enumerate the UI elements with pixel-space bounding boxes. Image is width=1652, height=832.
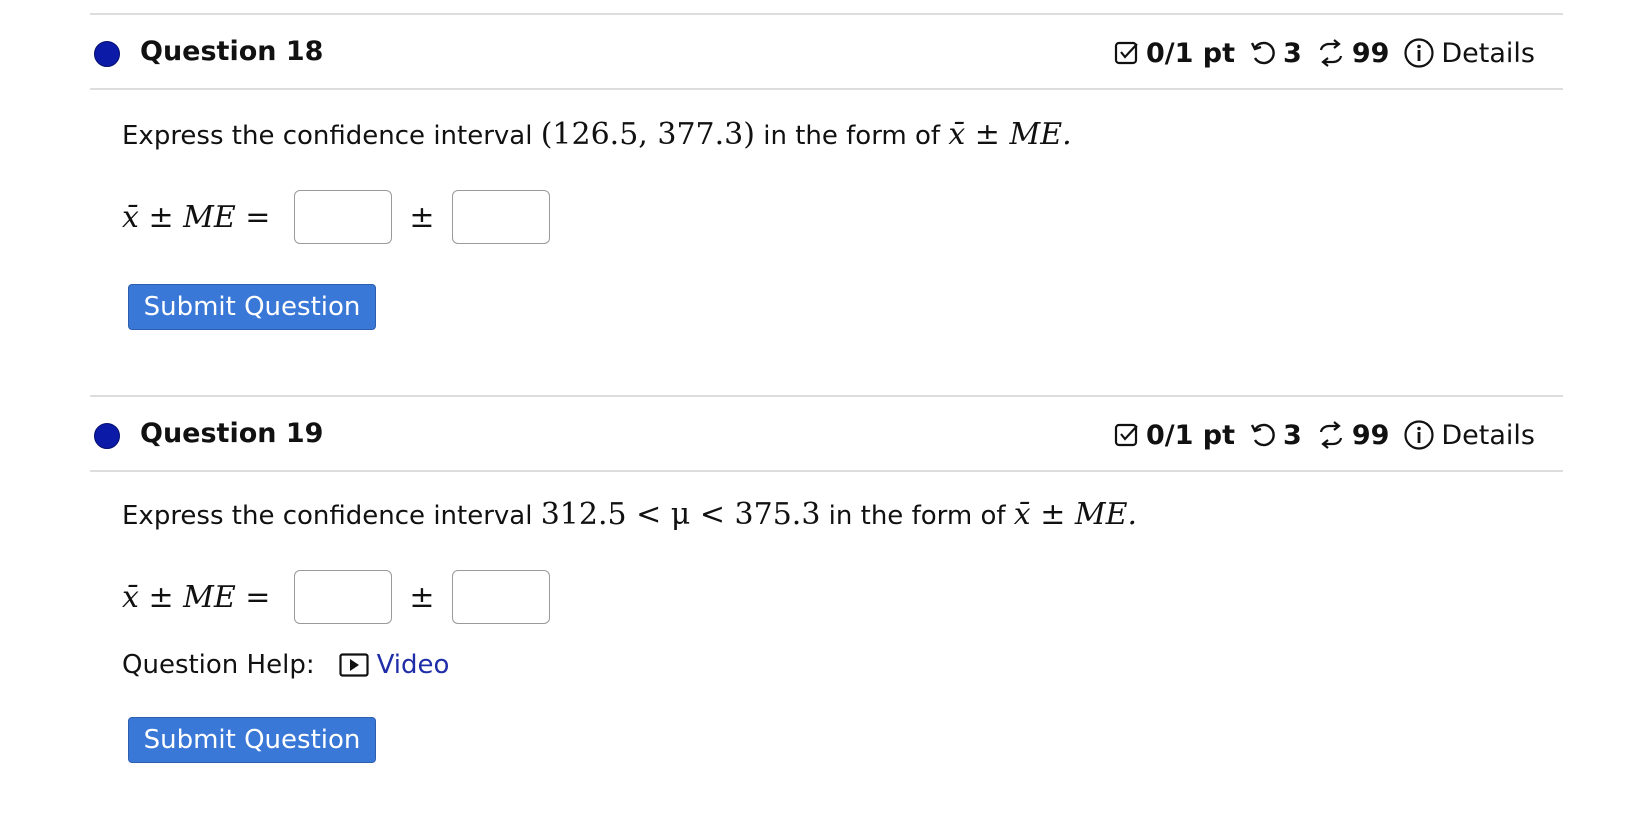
prompt-text: Express the confidence interval (122, 501, 541, 531)
question-header: Question 18 0/1 pt 3 99 Details (90, 13, 1563, 90)
question-title: Question 18 (140, 36, 324, 67)
attempts: 99 (1316, 37, 1390, 69)
score: 0/1 pt (1114, 38, 1235, 69)
question-prompt: Express the confidence interval 312.5 < … (122, 497, 1137, 532)
answer-row: x̄ ± ME = ± (122, 189, 550, 245)
details-label: Details (1441, 37, 1535, 69)
question-meta: 0/1 pt 3 99 Details (1114, 419, 1535, 451)
info-icon (1404, 420, 1434, 450)
question-prompt: Express the confidence interval (126.5, … (122, 117, 1072, 152)
margin-error-input[interactable] (452, 570, 550, 624)
checkbox-icon (1114, 41, 1138, 65)
retries: 3 (1249, 420, 1302, 451)
score: 0/1 pt (1114, 420, 1235, 451)
attempts: 99 (1316, 419, 1390, 451)
prompt-text-mid: in the form of (820, 501, 1014, 531)
retries-count: 3 (1283, 419, 1302, 451)
interval-expression: 312.5 < μ < 375.3 (540, 497, 821, 532)
plus-minus: ± (409, 199, 435, 235)
retries: 3 (1249, 38, 1302, 69)
question-meta: 0/1 pt 3 99 Details (1114, 37, 1535, 69)
status-dot (94, 423, 120, 449)
status-dot (94, 41, 120, 67)
attempts-icon (1319, 39, 1342, 67)
attempts-icon (1319, 421, 1342, 449)
mean-input[interactable] (294, 190, 392, 244)
margin-error-input[interactable] (452, 190, 550, 244)
answer-lhs: x̄ ± ME = (122, 579, 271, 615)
info-icon (1404, 38, 1434, 68)
score-text: 0/1 pt (1145, 37, 1236, 69)
plus-minus: ± (409, 579, 435, 615)
details-link[interactable]: Details (1403, 419, 1535, 451)
prompt-text: Express the confidence interval (122, 121, 541, 151)
mean-input[interactable] (294, 570, 392, 624)
question-help: Question Help: Video (122, 650, 449, 680)
checkbox-icon (1114, 423, 1138, 447)
retry-icon (1250, 423, 1275, 447)
question-title: Question 19 (140, 418, 324, 449)
video-play-icon (338, 653, 369, 677)
question-18: Question 18 0/1 pt 3 99 Details Express … (90, 13, 1563, 353)
interval-expression: (126.5, 377.3) (540, 117, 755, 152)
form-expression: x̄ ± ME. (1013, 497, 1138, 532)
retry-icon (1250, 41, 1275, 65)
submit-button[interactable]: Submit Question (128, 284, 376, 330)
video-link[interactable]: Video (377, 650, 450, 680)
question-19: Question 19 0/1 pt 3 99 Details Express … (90, 395, 1563, 775)
form-expression: x̄ ± ME. (948, 117, 1072, 152)
attempts-count: 99 (1351, 37, 1390, 69)
details-link[interactable]: Details (1403, 37, 1535, 69)
answer-lhs: x̄ ± ME = (122, 199, 271, 235)
submit-button[interactable]: Submit Question (128, 717, 376, 763)
question-header: Question 19 0/1 pt 3 99 Details (90, 395, 1563, 472)
question-help-label: Question Help: (122, 650, 315, 680)
score-text: 0/1 pt (1145, 419, 1236, 451)
details-label: Details (1441, 419, 1535, 451)
prompt-text-mid: in the form of (754, 121, 949, 151)
attempts-count: 99 (1351, 419, 1390, 451)
retries-count: 3 (1283, 37, 1302, 69)
answer-row: x̄ ± ME = ± (122, 569, 550, 625)
